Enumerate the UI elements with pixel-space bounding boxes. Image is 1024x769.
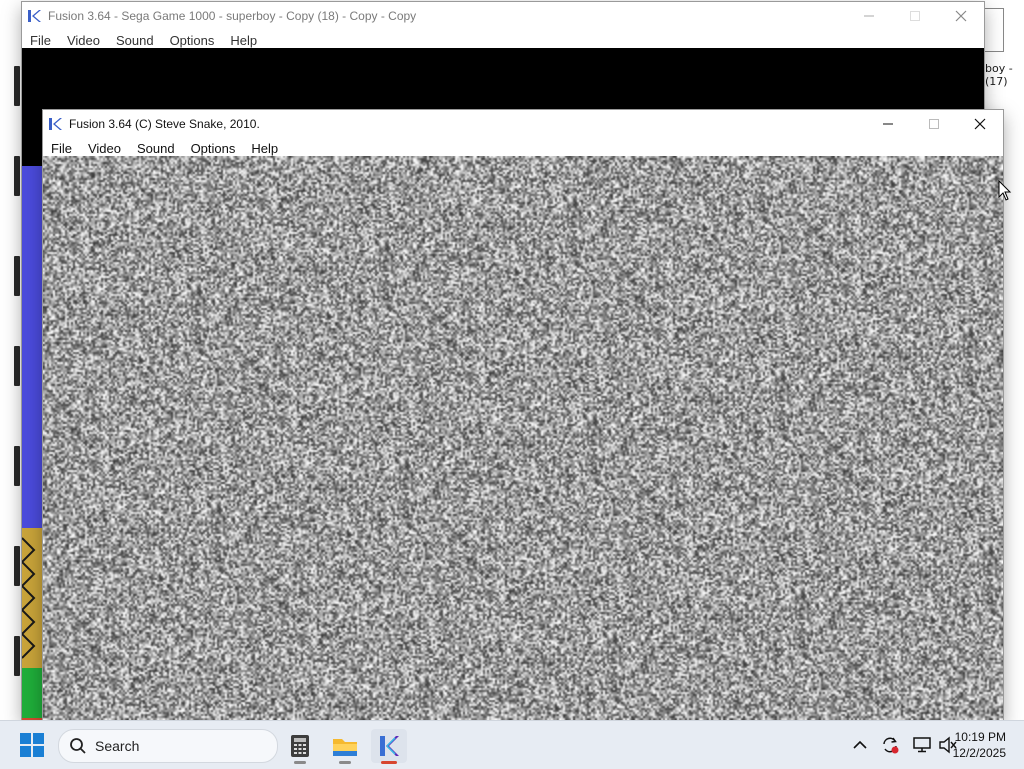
window-title: Fusion 3.64 (C) Steve Snake, 2010.: [69, 117, 260, 131]
start-button[interactable]: [20, 733, 44, 757]
maximize-button[interactable]: [911, 110, 957, 138]
clock-date: 12/2/2025: [952, 746, 1006, 760]
taskbar-app-fusion[interactable]: [371, 729, 407, 764]
menu-file[interactable]: File: [43, 141, 80, 156]
game-graphics-strip: [20, 166, 42, 742]
fusion-emulator-icon: [380, 736, 399, 756]
menu-options[interactable]: Options: [162, 33, 223, 48]
desktop-icon-label: boy -: [985, 62, 1013, 75]
system-tray: 10:19 PM 12/2/2025: [824, 721, 1024, 769]
windows-start-icon: [20, 733, 44, 757]
close-button[interactable]: [938, 2, 984, 30]
minimize-icon: [883, 123, 893, 125]
chevron-up-icon: [853, 740, 867, 749]
search-icon: [70, 738, 86, 754]
network-display-button[interactable]: [912, 735, 932, 755]
menu-bar: File Video Sound Options Help: [22, 30, 984, 50]
maximize-button[interactable]: [892, 2, 938, 30]
close-button[interactable]: [957, 110, 1003, 138]
taskbar-app-file-explorer[interactable]: [327, 729, 363, 764]
menu-file[interactable]: File: [22, 33, 59, 48]
minimize-icon: [864, 15, 874, 17]
game-color-yellow: [20, 528, 42, 668]
mouse-cursor-icon: [998, 180, 1012, 201]
static-noise-canvas: [43, 156, 1003, 722]
running-indicator: [294, 761, 306, 764]
menu-sound[interactable]: Sound: [108, 33, 162, 48]
menu-video[interactable]: Video: [59, 33, 108, 48]
desktop-icon[interactable]: [0, 250, 22, 310]
menu-help[interactable]: Help: [243, 141, 286, 156]
zigzag-pattern: [20, 537, 36, 659]
menu-video[interactable]: Video: [80, 141, 129, 156]
active-indicator: [381, 761, 397, 764]
menu-help[interactable]: Help: [222, 33, 265, 48]
display-icon: [913, 737, 931, 753]
maximize-icon: [910, 11, 920, 21]
calculator-icon: [291, 735, 309, 757]
desktop-icon[interactable]: [0, 60, 22, 120]
taskbar: Search 10:19 PM 12/2/2025: [0, 720, 1024, 769]
desktop-icon-label: (17): [985, 75, 1008, 88]
taskbar-app-calculator[interactable]: [282, 729, 318, 764]
fusion-app-icon: [28, 10, 41, 22]
maximize-icon: [929, 119, 939, 129]
desktop-icon[interactable]: [0, 340, 22, 400]
desktop-icon[interactable]: [0, 630, 22, 690]
close-icon: [974, 118, 986, 130]
clock[interactable]: 10:19 PM 12/2/2025: [953, 729, 1006, 761]
game-color-blue: [22, 166, 42, 528]
taskbar-search-box[interactable]: Search: [58, 729, 278, 763]
emulator-screen-static-noise[interactable]: [43, 156, 1003, 722]
clock-time: 10:19 PM: [954, 730, 1006, 744]
caption-buttons: [846, 2, 984, 30]
menu-bar: File Video Sound Options Help: [43, 138, 1003, 158]
title-bar[interactable]: Fusion 3.64 (C) Steve Snake, 2010.: [43, 110, 1003, 138]
desktop-icon[interactable]: [0, 540, 22, 600]
close-icon: [955, 10, 967, 22]
desktop-icon[interactable]: [0, 440, 22, 500]
sync-icon: [883, 737, 899, 754]
search-placeholder: Search: [95, 738, 140, 754]
game-color-green: [22, 668, 42, 718]
emulator-window-front[interactable]: Fusion 3.64 (C) Steve Snake, 2010. File …: [43, 110, 1003, 722]
menu-sound[interactable]: Sound: [129, 141, 183, 156]
title-bar[interactable]: Fusion 3.64 - Sega Game 1000 - superboy …: [22, 2, 984, 30]
minimize-button[interactable]: [865, 110, 911, 138]
running-indicator: [339, 761, 351, 764]
desktop-icon[interactable]: [0, 150, 22, 210]
show-hidden-icons-button[interactable]: [850, 735, 870, 755]
file-icon[interactable]: [984, 8, 1004, 52]
menu-options[interactable]: Options: [183, 141, 244, 156]
file-explorer-icon: [333, 739, 357, 756]
sync-status-button[interactable]: [880, 735, 900, 755]
fusion-app-icon: [49, 118, 62, 130]
minimize-button[interactable]: [846, 2, 892, 30]
window-title: Fusion 3.64 - Sega Game 1000 - superboy …: [48, 9, 417, 23]
caption-buttons: [865, 110, 1003, 138]
